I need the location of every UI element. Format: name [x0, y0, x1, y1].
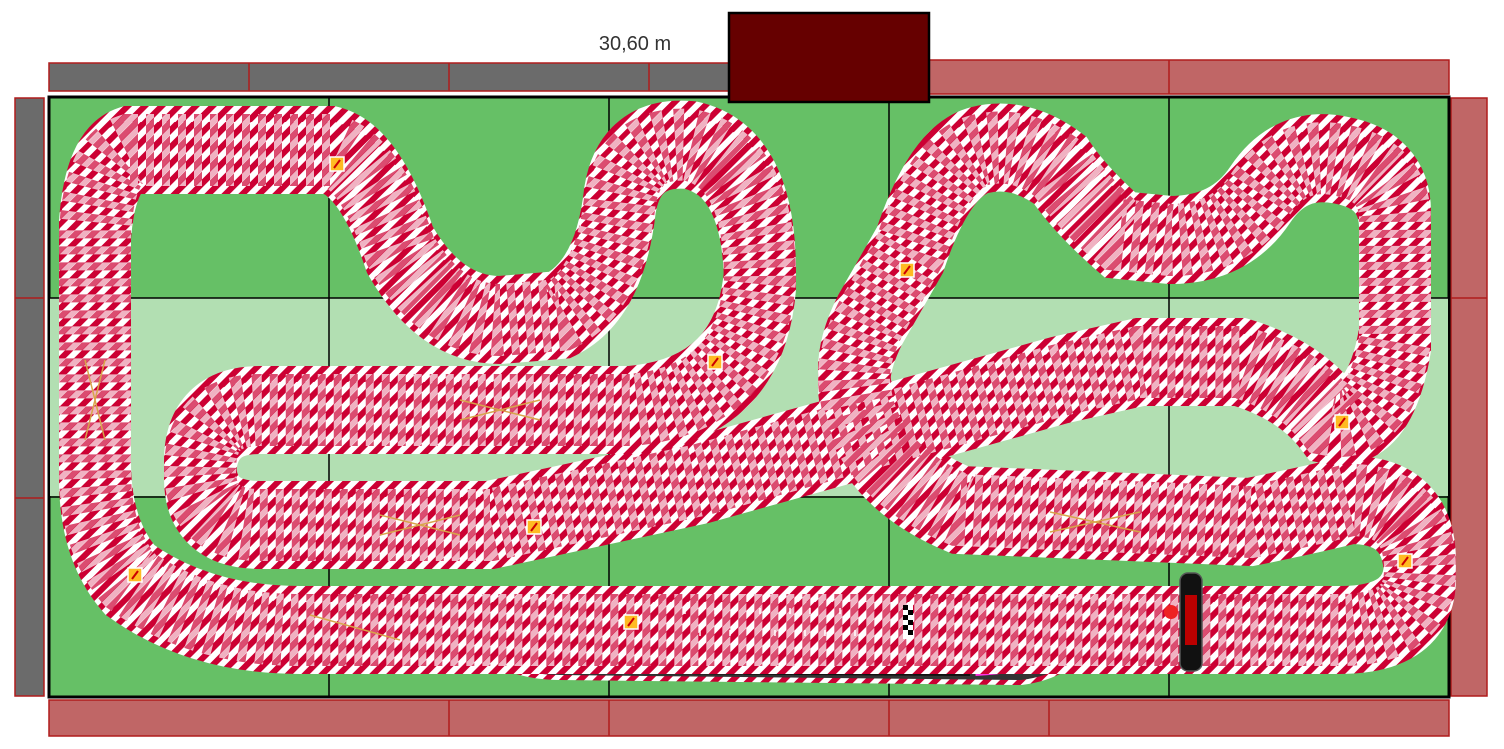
lane-change-icon [1334, 414, 1350, 430]
lane-change-icon [707, 354, 723, 370]
lane-change-icon [1397, 553, 1413, 569]
track-length-label: 30,60 m [598, 33, 672, 55]
control-box [727, 11, 931, 104]
lane-change-icon [623, 614, 639, 630]
lane-change-icon [526, 519, 542, 535]
lane-change-icon [127, 567, 143, 583]
track-layout-diagram [14, 11, 1488, 737]
lane-change-icon [899, 262, 915, 278]
wall-right-red [1450, 97, 1488, 697]
wall-left-grey [14, 97, 45, 697]
finish-line-icon [903, 605, 913, 639]
wall-bottom-red [48, 699, 1450, 737]
lane-change-icon [329, 156, 345, 172]
wall-top-red [928, 59, 1450, 95]
wall-top-grey [48, 62, 730, 92]
